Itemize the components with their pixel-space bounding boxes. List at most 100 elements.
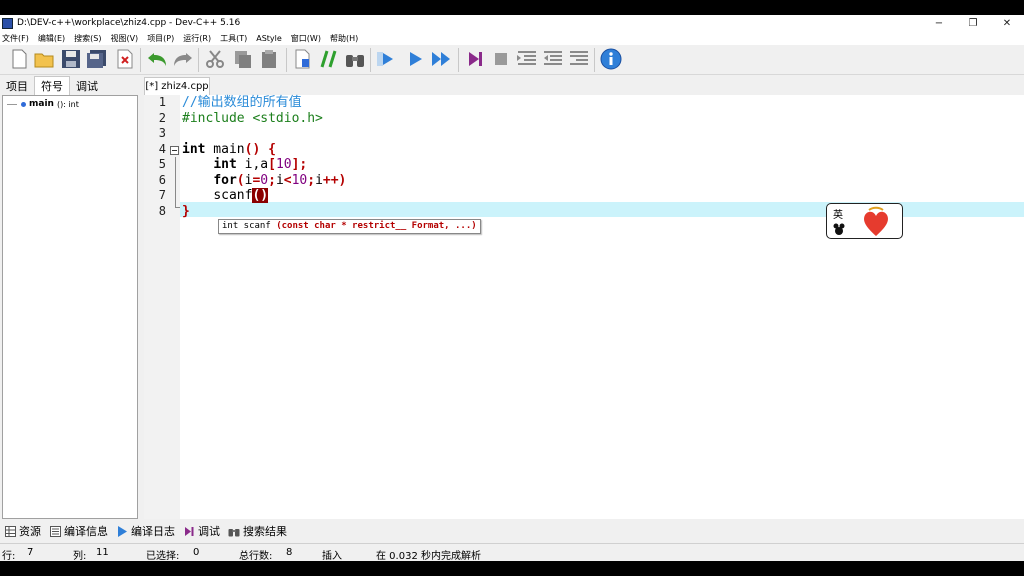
heart-skin-icon bbox=[864, 206, 888, 236]
tab-debug[interactable]: 调试 bbox=[70, 76, 104, 95]
info-icon[interactable] bbox=[600, 48, 622, 70]
line-number: 5 bbox=[158, 157, 166, 171]
save-icon[interactable] bbox=[60, 48, 82, 70]
menu-project[interactable]: 项目(P) bbox=[147, 33, 174, 44]
keyword: for bbox=[213, 172, 237, 188]
keyword: int bbox=[182, 141, 206, 157]
binoculars-icon bbox=[228, 525, 240, 537]
app-icon bbox=[2, 17, 13, 29]
status-col-label: 列: bbox=[73, 551, 87, 562]
editor-file-tab[interactable]: [*] zhiz4.cpp bbox=[144, 77, 210, 95]
run-icon[interactable] bbox=[404, 48, 426, 70]
maximize-button[interactable]: ❐ bbox=[956, 15, 990, 31]
toolbar-separator bbox=[370, 48, 371, 72]
menu-edit[interactable]: 编辑(E) bbox=[38, 33, 65, 44]
status-row-label: 行: bbox=[2, 551, 16, 562]
function-hint-tooltip: int scanf (const char * restrict__ Forma… bbox=[218, 219, 481, 234]
debug-step-icon bbox=[183, 525, 195, 537]
tab-debug-output[interactable]: 调试 bbox=[183, 523, 220, 539]
fold-toggle-icon[interactable] bbox=[170, 146, 179, 155]
symbol: { bbox=[260, 141, 276, 157]
comment-icon[interactable] bbox=[318, 48, 340, 70]
menu-help[interactable]: 帮助(H) bbox=[330, 33, 358, 44]
menu-run[interactable]: 运行(R) bbox=[183, 33, 211, 44]
symbol: ++) bbox=[322, 172, 347, 188]
menu-window[interactable]: 窗口(W) bbox=[291, 33, 321, 44]
number: 0 bbox=[260, 172, 269, 188]
line-number: 3 bbox=[158, 126, 166, 140]
find-binoculars-icon[interactable] bbox=[344, 48, 366, 70]
tab-label: 调试 bbox=[198, 525, 220, 538]
toggle-icon[interactable] bbox=[568, 48, 590, 70]
line-number: 7 bbox=[158, 188, 166, 202]
new-file-icon[interactable] bbox=[8, 48, 30, 70]
close-file-icon[interactable] bbox=[114, 48, 136, 70]
tab-resources[interactable]: 资源 bbox=[4, 523, 41, 539]
menu-tools[interactable]: 工具(T) bbox=[220, 33, 247, 44]
menu-bar: 文件(F) 编辑(E) 搜索(S) 视图(V) 项目(P) 运行(R) 工具(T… bbox=[0, 31, 1024, 45]
tab-symbols[interactable]: 符号 bbox=[34, 76, 70, 95]
status-total-value: 8 bbox=[286, 547, 293, 558]
symbol: < bbox=[283, 172, 292, 188]
tree-item-main[interactable]: main (): int bbox=[7, 99, 79, 109]
ime-status-box[interactable]: 英 bbox=[826, 203, 903, 239]
status-message: 在 0.032 秒内完成解析 bbox=[376, 551, 481, 562]
redo-icon[interactable] bbox=[172, 48, 194, 70]
close-button[interactable]: ✕ bbox=[990, 15, 1024, 31]
identifier: i bbox=[315, 172, 323, 188]
symbol-tree: main (): int bbox=[2, 95, 138, 519]
toolbar-separator bbox=[198, 48, 199, 72]
tab-compile-log[interactable]: 编译日志 bbox=[116, 523, 175, 539]
code-editor[interactable]: 1 2 3 4 5 6 7 8 //输出数组的所有值 #include <std… bbox=[144, 95, 1024, 519]
menu-search[interactable]: 搜索(S) bbox=[74, 33, 101, 44]
minimize-button[interactable]: − bbox=[922, 15, 956, 31]
copy-icon[interactable] bbox=[232, 48, 254, 70]
undo-icon[interactable] bbox=[146, 48, 168, 70]
status-row-value: 7 bbox=[27, 547, 34, 558]
tab-search-results[interactable]: 搜索结果 bbox=[228, 523, 287, 539]
identifier: i bbox=[275, 172, 284, 188]
compile-icon[interactable] bbox=[376, 48, 398, 70]
paste-icon[interactable] bbox=[258, 48, 280, 70]
status-selected-value: 0 bbox=[193, 547, 200, 558]
letterbox-top bbox=[0, 0, 1024, 15]
menu-file[interactable]: 文件(F) bbox=[2, 33, 29, 44]
indent-icon[interactable] bbox=[516, 48, 538, 70]
menu-astyle[interactable]: AStyle bbox=[256, 34, 282, 43]
symbol: } bbox=[182, 203, 190, 219]
unindent-icon[interactable] bbox=[542, 48, 564, 70]
tree-item-name: main bbox=[29, 99, 54, 109]
debug-icon[interactable] bbox=[464, 48, 486, 70]
open-folder-icon[interactable] bbox=[34, 48, 56, 70]
devcpp-window: D:\DEV-c++\workplace\zhiz4.cpp - Dev-C++… bbox=[0, 15, 1024, 562]
symbol: ( bbox=[236, 172, 245, 188]
letterbox-bottom bbox=[0, 561, 1024, 576]
left-panel-tabs: 项目 符号 调试 bbox=[0, 76, 140, 95]
cut-icon[interactable] bbox=[204, 48, 226, 70]
compile-run-icon[interactable] bbox=[430, 48, 452, 70]
play-icon bbox=[116, 525, 128, 537]
save-all-icon[interactable] bbox=[86, 48, 108, 70]
code-line-5: int i,a[10]; bbox=[182, 157, 307, 173]
symbol: [ bbox=[268, 157, 276, 172]
symbol: ; bbox=[268, 172, 276, 188]
tab-compile-info[interactable]: 编译信息 bbox=[49, 523, 108, 539]
title-bar: D:\DEV-c++\workplace\zhiz4.cpp - Dev-C++… bbox=[0, 15, 1024, 31]
tab-project[interactable]: 项目 bbox=[0, 76, 34, 95]
identifier: main bbox=[205, 141, 245, 157]
comment: //输出数组的所有值 bbox=[182, 95, 302, 110]
hint-params: (const char * restrict__ Format, ...) bbox=[276, 221, 477, 231]
line-number: 8 bbox=[158, 203, 166, 218]
toolbar bbox=[0, 45, 1024, 75]
tree-item-signature: (): int bbox=[56, 99, 79, 109]
code-line-7: scanf() bbox=[182, 188, 269, 204]
matched-paren: () bbox=[252, 188, 269, 203]
toolbar-separator bbox=[594, 48, 595, 72]
stop-icon[interactable] bbox=[490, 48, 512, 70]
project-file-icon[interactable] bbox=[292, 48, 314, 70]
ime-mode-label: 英 bbox=[833, 210, 843, 221]
identifier: i,a bbox=[236, 157, 269, 172]
line-number: 6 bbox=[158, 172, 166, 187]
bottom-tabs: 资源 编译信息 编译日志 调试 搜索结果 bbox=[0, 522, 1024, 540]
menu-view[interactable]: 视图(V) bbox=[110, 33, 138, 44]
